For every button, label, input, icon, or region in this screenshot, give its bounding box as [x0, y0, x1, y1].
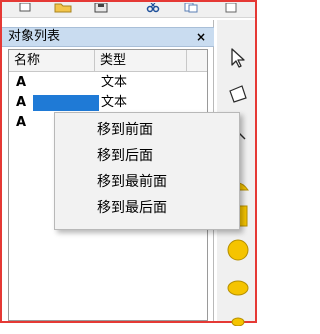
row-name-selected[interactable] — [33, 95, 99, 111]
ellipse-icon[interactable] — [223, 272, 253, 304]
scissors-icon[interactable] — [144, 2, 162, 14]
panel-title: 对象列表 — [8, 29, 61, 44]
close-icon[interactable]: × — [196, 28, 206, 46]
list-row-selected[interactable]: A 文本 — [9, 93, 207, 112]
context-menu: 移到前面 移到后面 移到最前面 移到最后面 — [54, 112, 240, 230]
text-object-icon: A — [15, 95, 27, 110]
column-header-name[interactable]: 名称 — [9, 50, 95, 71]
shape-select-icon[interactable] — [223, 78, 253, 110]
paste-icon[interactable] — [222, 2, 240, 14]
small-shape-icon[interactable] — [223, 302, 253, 334]
column-header-type[interactable]: 类型 — [95, 50, 187, 71]
list-row[interactable]: A 文本 — [9, 73, 207, 92]
document-icon[interactable] — [16, 2, 34, 14]
text-object-icon: A — [15, 75, 27, 90]
menu-item-bring-to-front[interactable]: 移到最前面 — [55, 169, 239, 195]
copy-icon[interactable] — [182, 2, 200, 14]
list-header: 名称 类型 — [9, 50, 207, 72]
menu-item-bring-forward[interactable]: 移到前面 — [55, 117, 239, 143]
pointer-arrow-icon[interactable] — [223, 42, 253, 74]
menu-item-send-to-back[interactable]: 移到最后面 — [55, 195, 239, 221]
circle-icon[interactable] — [223, 234, 253, 266]
text-object-icon: A — [15, 115, 27, 130]
save-icon[interactable] — [92, 2, 110, 14]
app-frame: 对象列表 × 名称 类型 A 文本 A 文本 A 移到前面 移到后面 移到最前面… — [0, 0, 257, 326]
menu-item-send-backward[interactable]: 移到后面 — [55, 143, 239, 169]
row-type: 文本 — [101, 75, 128, 90]
toolbar — [2, 2, 255, 18]
folder-icon[interactable] — [54, 2, 72, 14]
panel-title-bar: 对象列表 × — [2, 27, 214, 47]
row-type: 文本 — [101, 95, 128, 110]
